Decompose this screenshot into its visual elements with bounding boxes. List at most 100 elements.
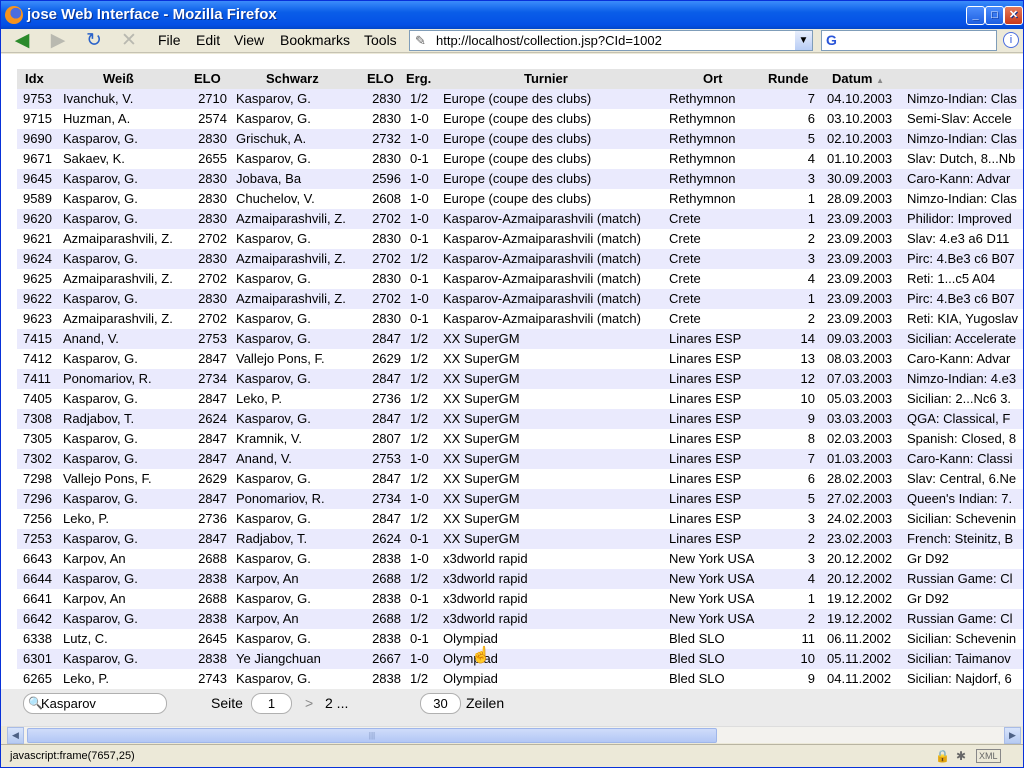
cell-elo-white: 2838 xyxy=(198,571,227,586)
cell-elo-black: 2629 xyxy=(372,351,401,366)
col-site[interactable]: Ort xyxy=(703,69,723,89)
table-row[interactable]: 9645 Kasparov, G. 2830 Jobava, Ba 2596 1-0 Eur… xyxy=(17,169,1023,189)
cell-black: Karpov, An xyxy=(236,611,299,626)
scroll-thumb[interactable]: ||| xyxy=(27,728,717,743)
url-bar[interactable]: ✎ http://localhost/collection.jsp?CId=10… xyxy=(409,30,813,51)
cell-round: 4 xyxy=(807,271,815,286)
table-row[interactable]: 9622 Kasparov, G. 2830 Azmaiparashvili, Z. 2… xyxy=(17,289,1023,309)
table-row[interactable]: 6644 Kasparov, G. 2838 Karpov, An 2688 1/2 x3d… xyxy=(17,569,1023,589)
table-row[interactable]: 9753 Ivanchuk, V. 2710 Kasparov, G. 2830 1/2 E… xyxy=(17,89,1023,109)
col-white[interactable]: Weiß xyxy=(103,69,134,89)
cell-elo-white: 2838 xyxy=(198,651,227,666)
cell-round: 8 xyxy=(807,431,815,446)
cell-date: 23.09.2003 xyxy=(827,291,893,306)
cell-elo-black: 2667 xyxy=(372,651,401,666)
menu-file[interactable]: File xyxy=(158,32,181,48)
cell-elo-black: 2702 xyxy=(372,211,401,226)
cell-event: Olympiad xyxy=(443,671,498,686)
table-row[interactable]: 7308 Radjabov, T. 2624 Kasparov, G. 2847 1/2 X… xyxy=(17,409,1023,429)
page-input[interactable]: 1 xyxy=(251,693,292,714)
table-row[interactable]: 9589 Kasparov, G. 2830 Chuchelov, V. 2608 1-0… xyxy=(17,189,1023,209)
cell-elo-white: 2688 xyxy=(198,551,227,566)
cell-idx: 9621 xyxy=(23,231,52,246)
cell-idx: 9645 xyxy=(23,171,52,186)
table-row[interactable]: 9623 Azmaiparashvili, Z. 2702 Kasparov, G. 2… xyxy=(17,309,1023,329)
table-row[interactable]: 6642 Kasparov, G. 2838 Karpov, An 2688 1/2 x3d… xyxy=(17,609,1023,629)
col-idx[interactable]: Idx xyxy=(25,69,44,89)
cell-date: 01.03.2003 xyxy=(827,451,893,466)
table-row[interactable]: 9621 Azmaiparashvili, Z. 2702 Kasparov, G. 2… xyxy=(17,229,1023,249)
cell-site: New York USA xyxy=(669,591,755,606)
cell-white: Kasparov, G. xyxy=(63,391,138,406)
cell-round: 9 xyxy=(807,671,815,686)
close-button[interactable]: ✕ xyxy=(1004,6,1023,25)
scroll-left-icon[interactable]: ◀ xyxy=(7,727,24,744)
table-row[interactable]: 7412 Kasparov, G. 2847 Vallejo Pons, F. 2629… xyxy=(17,349,1023,369)
cell-elo-black: 2830 xyxy=(372,311,401,326)
search-input[interactable]: 🔍 Kasparov xyxy=(23,693,167,714)
table-row[interactable]: 9690 Kasparov, G. 2830 Grischuk, A. 2732 1-0 E… xyxy=(17,129,1023,149)
horizontal-scrollbar[interactable]: ◀ ||| ▶ xyxy=(7,726,1021,744)
bug-icon[interactable]: ✱ xyxy=(956,748,966,764)
cell-round: 4 xyxy=(807,151,815,166)
table-row[interactable]: 6301 Kasparov, G. 2838 Ye Jiangchuan 2667 1-0… xyxy=(17,649,1023,669)
menu-view[interactable]: View xyxy=(234,32,264,48)
table-row[interactable]: 7405 Kasparov, G. 2847 Leko, P. 2736 1/2 XX Su… xyxy=(17,389,1023,409)
cell-black: Radjabov, T. xyxy=(236,531,308,546)
cell-opening: Sicilian: Najdorf, 6 xyxy=(907,671,1012,686)
rows-per-page-input[interactable]: 30 xyxy=(420,693,461,714)
table-row[interactable]: 9671 Sakaev, K. 2655 Kasparov, G. 2830 0-1 Eur… xyxy=(17,149,1023,169)
col-event[interactable]: Turnier xyxy=(524,69,568,89)
cell-black: Azmaiparashvili, Z. xyxy=(236,291,346,306)
table-row[interactable]: 7298 Vallejo Pons, F. 2629 Kasparov, G. 2847… xyxy=(17,469,1023,489)
cell-elo-white: 2688 xyxy=(198,591,227,606)
next-page-icon[interactable]: > xyxy=(305,695,313,711)
table-row[interactable]: 7415 Anand, V. 2753 Kasparov, G. 2847 1/2 XX S… xyxy=(17,329,1023,349)
stop-icon[interactable]: ✕ xyxy=(116,30,142,52)
scroll-right-icon[interactable]: ▶ xyxy=(1004,727,1021,744)
col-round[interactable]: Runde xyxy=(768,69,808,89)
table-row[interactable]: 9715 Huzman, A. 2574 Kasparov, G. 2830 1-0 Eur… xyxy=(17,109,1023,129)
search-engine-box[interactable]: G xyxy=(821,30,997,51)
cell-round: 2 xyxy=(807,311,815,326)
reload-icon[interactable]: ↻ xyxy=(81,30,107,52)
table-row[interactable]: 7296 Kasparov, G. 2847 Ponomariov, R. 2734 1-… xyxy=(17,489,1023,509)
col-elo-black[interactable]: ELO xyxy=(367,69,394,89)
table-row[interactable]: 7253 Kasparov, G. 2847 Radjabov, T. 2624 0-1 X… xyxy=(17,529,1023,549)
table-row[interactable]: 7256 Leko, P. 2736 Kasparov, G. 2847 1/2 XX Su… xyxy=(17,509,1023,529)
cell-elo-white: 2847 xyxy=(198,531,227,546)
info-icon[interactable]: i xyxy=(1003,32,1019,48)
table-row[interactable]: 9620 Kasparov, G. 2830 Azmaiparashvili, Z. 2… xyxy=(17,209,1023,229)
forward-icon[interactable]: ▶ xyxy=(45,30,71,52)
xml-icon[interactable]: XML xyxy=(976,749,1001,763)
cell-round: 11 xyxy=(801,631,816,646)
col-black[interactable]: Schwarz xyxy=(266,69,319,89)
col-result[interactable]: Erg. xyxy=(406,69,431,89)
col-elo-white[interactable]: ELO xyxy=(194,69,221,89)
minimize-button[interactable]: _ xyxy=(966,6,985,25)
table-row[interactable]: 9625 Azmaiparashvili, Z. 2702 Kasparov, G. 2… xyxy=(17,269,1023,289)
col-date[interactable]: Datum ▲ xyxy=(832,69,884,89)
back-icon[interactable]: ◀ xyxy=(9,30,35,52)
google-icon[interactable]: G xyxy=(826,32,837,48)
table-row[interactable]: 7302 Kasparov, G. 2847 Anand, V. 2753 1-0 XX S… xyxy=(17,449,1023,469)
maximize-button[interactable]: □ xyxy=(985,6,1004,25)
url-dropdown-icon[interactable]: ▼ xyxy=(795,31,812,50)
table-row[interactable]: 7411 Ponomariov, R. 2734 Kasparov, G. 2847 1/… xyxy=(17,369,1023,389)
table-row[interactable]: 6643 Karpov, An 2688 Kasparov, G. 2838 1-0 x3d… xyxy=(17,549,1023,569)
cell-site: Crete xyxy=(669,251,701,266)
table-row[interactable]: 7305 Kasparov, G. 2847 Kramnik, V. 2807 1/2 XX… xyxy=(17,429,1023,449)
cell-elo-black: 2838 xyxy=(372,551,401,566)
cell-result: 1/2 xyxy=(410,351,429,366)
menu-edit[interactable]: Edit xyxy=(196,32,220,48)
table-row[interactable]: 6265 Leko, P. 2743 Kasparov, G. 2838 1/2 Olymp… xyxy=(17,669,1023,689)
table-row[interactable]: 6338 Lutz, C. 2645 Kasparov, G. 2838 0-1 Olymp… xyxy=(17,629,1023,649)
cell-opening: Pirc: 4.Be3 c6 B07 xyxy=(907,291,1015,306)
table-header: Idx Weiß ELO Schwarz ELO Erg. Turnier Or… xyxy=(17,69,1023,89)
table-row[interactable]: 9624 Kasparov, G. 2830 Azmaiparashvili, Z. 2… xyxy=(17,249,1023,269)
menu-bookmarks[interactable]: Bookmarks xyxy=(280,32,350,48)
cell-opening: Sicilian: Accelerate xyxy=(907,331,1017,346)
cell-date: 28.02.2003 xyxy=(827,471,893,486)
menu-tools[interactable]: Tools xyxy=(364,32,397,48)
table-row[interactable]: 6641 Karpov, An 2688 Kasparov, G. 2838 0-1 x3d… xyxy=(17,589,1023,609)
